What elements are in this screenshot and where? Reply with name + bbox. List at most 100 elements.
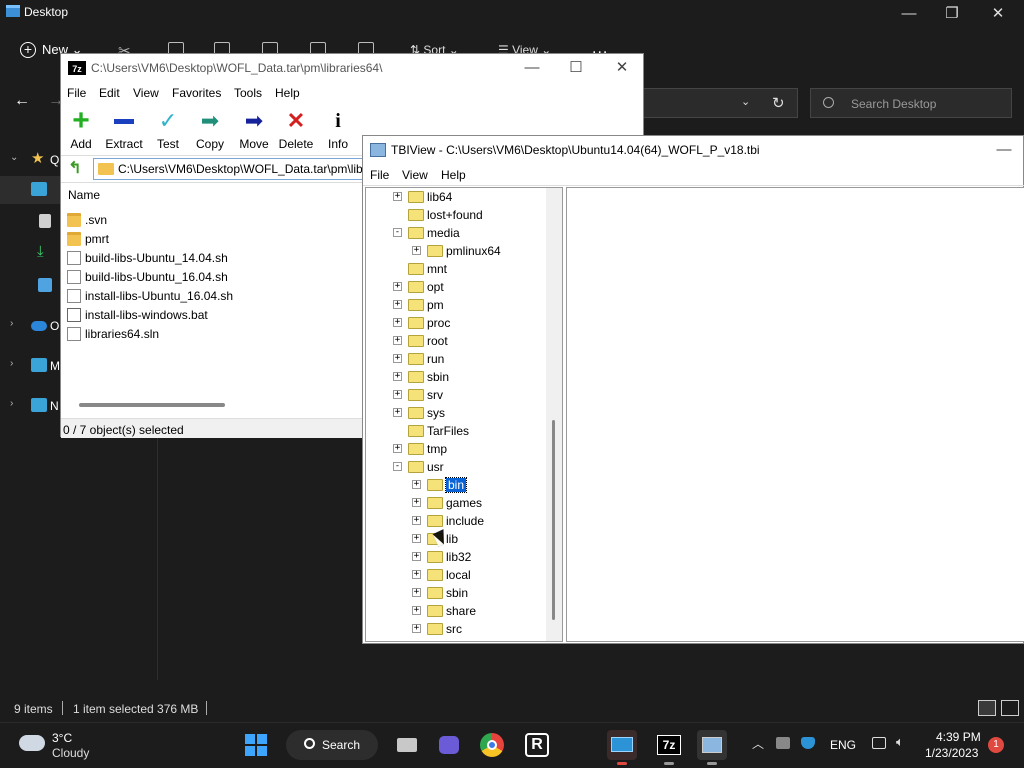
tree-item[interactable]: - usr <box>366 458 536 476</box>
search-box[interactable]: Search Desktop <box>810 88 1012 118</box>
expand-icon[interactable]: + <box>412 606 421 615</box>
cloud-icon[interactable] <box>19 735 45 751</box>
expand-icon[interactable]: + <box>412 246 421 255</box>
tree-item[interactable]: + sbin <box>366 368 536 386</box>
tree-item[interactable]: + lib <box>366 530 536 548</box>
search-input[interactable]: Search Desktop <box>851 97 936 111</box>
language-indicator[interactable]: ENG <box>830 738 856 752</box>
cloud-offline-icon[interactable] <box>776 737 790 749</box>
move-button[interactable]: ➡ Move <box>235 108 273 152</box>
menu-help[interactable]: Help <box>441 168 466 182</box>
expand-icon[interactable]: + <box>412 480 421 489</box>
chevron-right-icon[interactable]: › <box>10 398 13 409</box>
restore-button[interactable]: ❐ <box>938 4 966 24</box>
tree-item[interactable]: + local <box>366 566 536 584</box>
tree-item[interactable]: + root <box>366 332 536 350</box>
clock-time[interactable]: 4:39 PM <box>936 730 981 744</box>
tree-item[interactable]: + opt <box>366 278 536 296</box>
list-item[interactable]: libraries64.sln <box>67 325 357 343</box>
display-icon[interactable] <box>872 737 886 749</box>
tree-item[interactable]: + lib64 <box>366 188 536 206</box>
list-item[interactable]: install-libs-Ubuntu_16.04.sh <box>67 287 357 305</box>
tiles-view-button[interactable] <box>1001 700 1019 716</box>
horizontal-scrollbar[interactable] <box>79 403 225 407</box>
chevron-down-icon[interactable]: ⌄ <box>741 95 750 108</box>
chevron-right-icon[interactable]: › <box>10 318 13 329</box>
scrollbar-thumb[interactable] <box>552 420 555 620</box>
back-arrow-icon[interactable]: ← <box>14 92 30 110</box>
copy-button[interactable]: ➡ Copy <box>191 108 229 152</box>
expand-icon[interactable]: + <box>393 408 402 417</box>
menu-view[interactable]: View <box>133 86 159 100</box>
expand-icon[interactable]: + <box>393 354 402 363</box>
notification-badge[interactable]: 1 <box>988 737 1004 753</box>
tree-item[interactable]: + src <box>366 620 536 638</box>
maximize-button[interactable]: ☐ <box>563 58 589 78</box>
tree-item[interactable]: + sys <box>366 404 536 422</box>
menu-favorites[interactable]: Favorites <box>172 86 221 100</box>
list-item[interactable]: build-libs-Ubuntu_16.04.sh <box>67 268 357 286</box>
minimize-button[interactable]: — <box>991 140 1017 160</box>
weather-temperature[interactable]: 3°C <box>52 731 72 745</box>
tree-item[interactable]: mnt <box>366 260 536 278</box>
list-item[interactable]: .svn <box>67 211 357 229</box>
tree-item[interactable]: + run <box>366 350 536 368</box>
expand-icon[interactable]: + <box>393 282 402 291</box>
menu-file[interactable]: File <box>370 168 389 182</box>
close-button[interactable]: ✕ <box>984 4 1012 24</box>
expand-icon[interactable]: + <box>393 318 402 327</box>
close-button[interactable]: ✕ <box>609 58 635 78</box>
expand-icon[interactable]: + <box>412 516 421 525</box>
tree-item[interactable]: + pmlinux64 <box>366 242 536 260</box>
chevron-down-icon[interactable]: ⌄ <box>10 152 18 163</box>
expand-icon[interactable]: + <box>412 588 421 597</box>
expand-icon[interactable]: + <box>393 192 402 201</box>
test-button[interactable]: ✓ Test <box>151 108 185 152</box>
expand-icon[interactable]: + <box>412 498 421 507</box>
list-item[interactable]: build-libs-Ubuntu_14.04.sh <box>67 249 357 267</box>
tree-item[interactable]: + bin <box>366 476 536 494</box>
details-view-button[interactable] <box>978 700 996 716</box>
taskbar-search-button[interactable]: Search <box>286 730 378 760</box>
vertical-scrollbar[interactable] <box>546 188 562 641</box>
collapse-icon[interactable]: - <box>393 462 402 471</box>
expand-icon[interactable]: + <box>393 390 402 399</box>
up-folder-icon[interactable]: ↰ <box>66 160 84 178</box>
list-item[interactable]: install-libs-windows.bat <box>67 306 357 324</box>
tray-chevron-up-icon[interactable]: ︿ <box>752 735 764 752</box>
chrome-button[interactable] <box>477 730 507 760</box>
delete-button[interactable]: ✕ Delete <box>275 108 317 152</box>
clock-date[interactable]: 1/23/2023 <box>925 746 978 760</box>
remote-desktop-button[interactable] <box>607 730 637 765</box>
tree-item[interactable]: TarFiles <box>366 422 536 440</box>
expand-icon[interactable]: + <box>393 336 402 345</box>
tree-item[interactable]: + tmp <box>366 440 536 458</box>
menu-help[interactable]: Help <box>275 86 300 100</box>
refresh-icon[interactable]: ↻ <box>772 94 785 112</box>
collapse-icon[interactable]: - <box>393 228 402 237</box>
add-button[interactable]: + Add <box>63 106 99 152</box>
list-item[interactable]: pmrt <box>67 230 357 248</box>
tree-item[interactable]: lost+found <box>366 206 536 224</box>
tree-item[interactable]: + proc <box>366 314 536 332</box>
task-view-button[interactable] <box>392 730 422 760</box>
tree-item[interactable]: + pm <box>366 296 536 314</box>
tree-item[interactable]: + games <box>366 494 536 512</box>
nav-item-desktop[interactable] <box>0 176 60 204</box>
expand-icon[interactable]: + <box>412 624 421 633</box>
minimize-button[interactable]: — <box>519 58 545 78</box>
tree-item[interactable]: + srv <box>366 386 536 404</box>
security-shield-icon[interactable] <box>801 737 815 749</box>
tree-item[interactable]: - media <box>366 224 536 242</box>
start-button[interactable] <box>241 730 271 760</box>
meet-button[interactable] <box>434 730 464 760</box>
tree-item[interactable]: + lib32 <box>366 548 536 566</box>
volume-icon[interactable]: 🔈︎ <box>896 734 910 749</box>
extract-button[interactable]: Extract <box>101 108 147 152</box>
expand-icon[interactable]: + <box>393 372 402 381</box>
tbiview-taskbar-button[interactable] <box>697 730 727 765</box>
minimize-button[interactable]: — <box>895 4 923 24</box>
expand-icon[interactable]: + <box>393 300 402 309</box>
expand-icon[interactable]: + <box>412 570 421 579</box>
tree-item[interactable]: + sbin <box>366 584 536 602</box>
